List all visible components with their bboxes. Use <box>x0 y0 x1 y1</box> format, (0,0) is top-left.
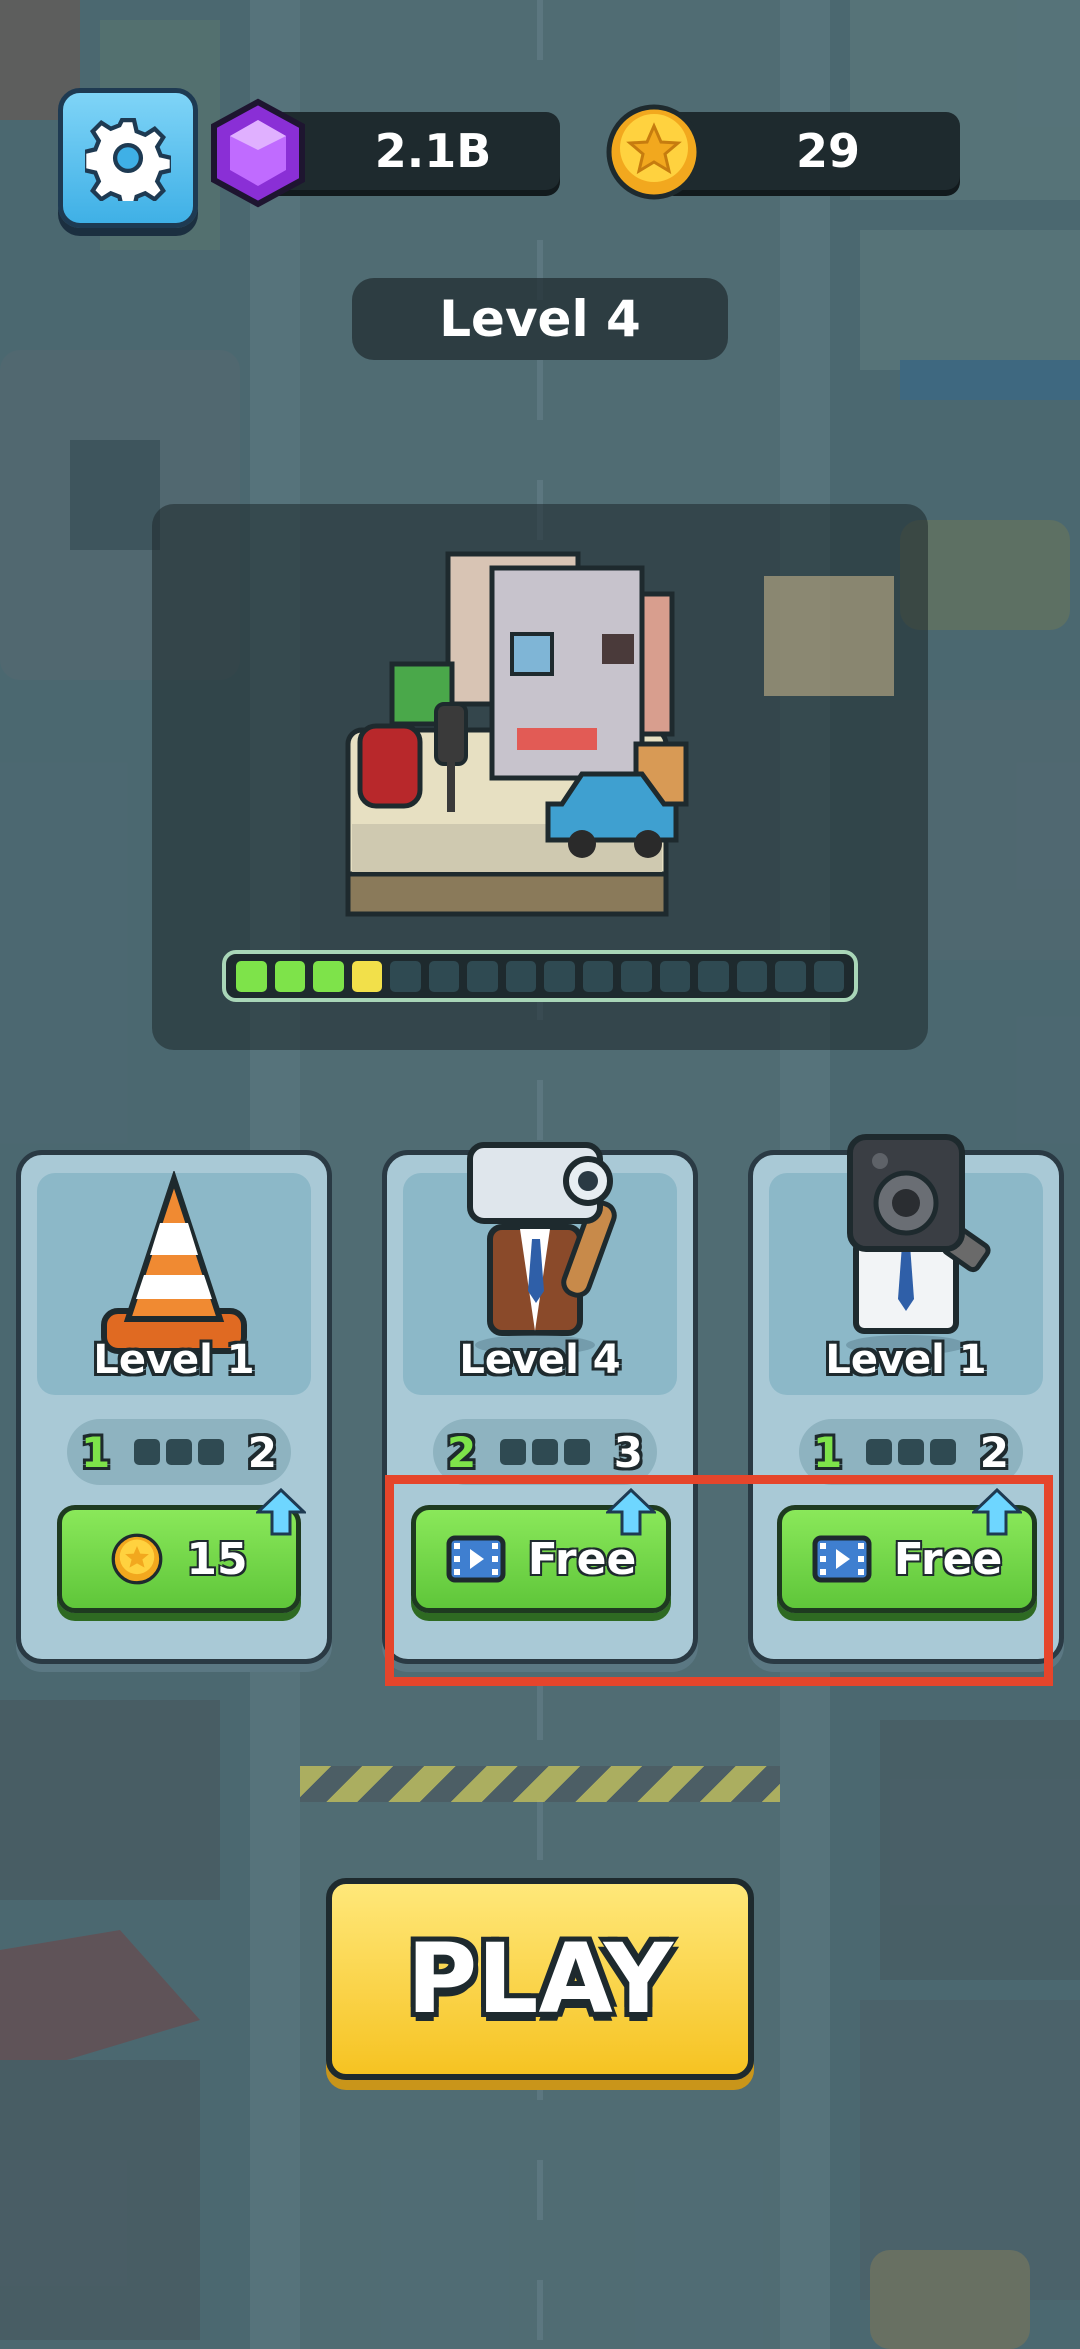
level-progress-bar <box>222 950 858 1002</box>
card-level-label: Level 4 <box>459 1337 621 1383</box>
progress-segment <box>813 960 844 992</box>
progress-segment <box>698 960 729 992</box>
hazard-stripes <box>300 1766 780 1802</box>
current-level: 1 <box>81 1427 111 1477</box>
progress-segment <box>236 960 267 992</box>
card-level-label: Level 1 <box>93 1337 255 1383</box>
card-level-steps: 1 2 <box>67 1419 291 1485</box>
upgrade-card-traffic-cone: Level 1 1 2 15 <box>16 1150 332 1664</box>
card-level-label: Level 1 <box>825 1337 987 1383</box>
next-level: 3 <box>613 1427 643 1477</box>
progress-segment <box>544 960 575 992</box>
highlight-box <box>385 1475 1053 1686</box>
next-level: 2 <box>247 1427 277 1477</box>
current-level: 1 <box>813 1427 843 1477</box>
upgrade-price: 15 <box>186 1533 248 1585</box>
next-level: 2 <box>979 1427 1009 1477</box>
upgrade-arrow-icon <box>256 1488 306 1536</box>
level-title: Level 4 <box>352 278 728 360</box>
coin-count: 29 <box>795 124 860 178</box>
play-button[interactable]: PLAY <box>326 1878 754 2080</box>
cameraman-character-icon <box>467 1142 617 1355</box>
progress-segment <box>659 960 690 992</box>
traffic-cone-icon <box>101 1171 247 1354</box>
coin-balance: 29 <box>660 112 960 190</box>
progress-segment <box>582 960 613 992</box>
gold-coin-icon <box>606 104 702 200</box>
progress-segment <box>775 960 806 992</box>
gear-icon <box>85 118 171 201</box>
gem-count: 2.1B <box>374 124 492 178</box>
progress-segment <box>428 960 459 992</box>
speakerman-character-icon <box>846 1134 991 1355</box>
progress-segment <box>736 960 767 992</box>
current-level: 2 <box>447 1427 477 1477</box>
progress-segment <box>351 960 382 992</box>
purple-gem-icon <box>211 98 305 208</box>
progress-segment <box>313 960 344 992</box>
progress-segment <box>505 960 536 992</box>
progress-segment <box>467 960 498 992</box>
progress-segment <box>390 960 421 992</box>
upgrade-button-coins[interactable]: 15 <box>57 1488 306 1613</box>
coin-icon <box>111 1533 163 1585</box>
settings-button[interactable] <box>58 88 198 228</box>
progress-segment <box>274 960 305 992</box>
progress-segment <box>621 960 652 992</box>
